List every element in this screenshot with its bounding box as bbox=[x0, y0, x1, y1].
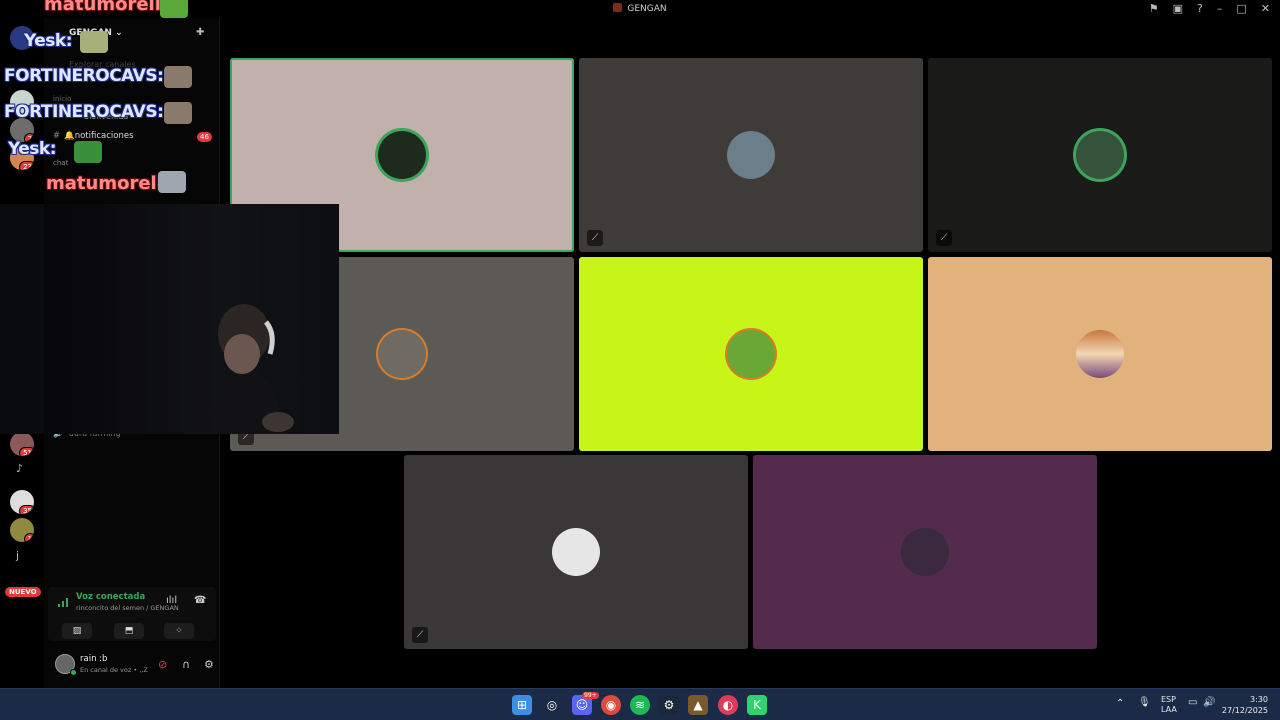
settings-gear-icon[interactable]: ⚙ bbox=[204, 658, 214, 671]
mic-muted-icon: ⟋ bbox=[936, 230, 952, 246]
chat-overlay-line: matumorell: bbox=[46, 173, 171, 194]
mic-muted-icon: ⟋ bbox=[412, 627, 428, 643]
emote-icon bbox=[164, 102, 192, 124]
kick-icon[interactable]: K bbox=[747, 695, 767, 715]
online-status-dot bbox=[70, 669, 77, 676]
server-letter-item[interactable]: j bbox=[16, 549, 19, 562]
server-item[interactable]: 35 bbox=[10, 490, 34, 514]
minimize-icon[interactable]: – bbox=[1217, 2, 1223, 16]
headphones-icon[interactable]: ∩ bbox=[182, 658, 190, 671]
discord-window: GENGAN ⚑ ▣ ? – □ ✕ 1 2 23 51 ♪ 35 1 j NU… bbox=[0, 0, 1280, 688]
close-icon[interactable]: ✕ bbox=[1261, 2, 1270, 16]
discord-badge: 99+ bbox=[582, 692, 599, 699]
chat-overlay-line: Yesk: bbox=[8, 139, 57, 159]
participant-tile[interactable] bbox=[753, 455, 1097, 649]
chat-overlay-line: FORTINEROCAVS: bbox=[4, 66, 164, 86]
channel-notificaciones[interactable]: # 🔔notificaciones bbox=[53, 131, 134, 141]
spotify-icon[interactable]: ≋ bbox=[630, 695, 650, 715]
camera-off-button[interactable]: ▨ bbox=[62, 623, 92, 639]
chat-overlay-line: Yesk: bbox=[24, 31, 73, 51]
maximize-icon[interactable]: □ bbox=[1236, 2, 1246, 16]
microphone-icon[interactable]: 🎙 bbox=[1138, 697, 1151, 708]
chat-overlay-line: matumorell: bbox=[44, 0, 169, 15]
signal-icon bbox=[58, 598, 68, 607]
user-status: En canal de voz • ,,Z bbox=[80, 666, 148, 674]
bell-icon: 🔔 bbox=[64, 131, 75, 141]
disconnect-icon[interactable]: ☎ bbox=[194, 595, 206, 606]
server-item[interactable]: 1 bbox=[10, 518, 34, 542]
unread-badge: 23 bbox=[19, 161, 34, 170]
channel-label: notificaciones bbox=[74, 131, 134, 141]
add-member-icon[interactable]: ✚ bbox=[196, 27, 204, 38]
screen-share-button[interactable]: ⬒ bbox=[114, 623, 144, 639]
avatar bbox=[901, 528, 949, 576]
language-code: ESP bbox=[1161, 695, 1176, 704]
streamer-silhouette bbox=[214, 304, 294, 434]
participant-tile[interactable] bbox=[928, 257, 1272, 451]
unread-badge: 1 bbox=[23, 533, 34, 542]
avatar bbox=[378, 131, 426, 179]
unread-badge: 35 bbox=[19, 505, 34, 514]
taskbar: ⊞ ◎ ☺ 99+ ◉ ≋ ⚙ ▲ ◐ K ⌃ 🎙 ESP LAA ▭ 🔊 3:3… bbox=[0, 688, 1280, 720]
avatar bbox=[1076, 330, 1124, 378]
steam-icon[interactable]: ⚙ bbox=[659, 695, 679, 715]
clock[interactable]: 3:30 27/12/2025 bbox=[1222, 694, 1268, 716]
volume-icon[interactable]: 🔊 bbox=[1203, 697, 1215, 708]
activities-button[interactable]: ⁘ bbox=[164, 623, 194, 639]
inbox-icon[interactable]: ▣ bbox=[1173, 2, 1183, 16]
emote-icon bbox=[158, 171, 186, 193]
avatar bbox=[727, 131, 775, 179]
mic-muted-icon: ⟋ bbox=[587, 230, 603, 246]
app-icon[interactable]: ◐ bbox=[718, 695, 738, 715]
app-icon[interactable]: ▲ bbox=[688, 695, 708, 715]
participant-tile[interactable]: ⟋ bbox=[579, 58, 923, 252]
avatar bbox=[727, 330, 775, 378]
keyboard-layout: LAA bbox=[1161, 705, 1177, 714]
help-icon[interactable]: ? bbox=[1197, 2, 1203, 16]
chat-overlay-line: FORTINEROCAVS: bbox=[4, 102, 164, 122]
windows-start-icon[interactable]: ⊞ bbox=[512, 695, 532, 715]
emote-icon bbox=[80, 31, 108, 53]
noise-suppression-icon[interactable]: ılıl bbox=[166, 595, 177, 606]
music-note-icon[interactable]: ♪ bbox=[16, 462, 23, 475]
clock-date: 27/12/2025 bbox=[1221, 706, 1268, 715]
webcam-overlay bbox=[0, 204, 339, 434]
network-icon[interactable]: ▭ bbox=[1188, 697, 1197, 708]
voice-connection-panel: Voz conectada rinconcito del semen / GEN… bbox=[48, 587, 216, 641]
avatar bbox=[378, 330, 426, 378]
username: rain :b bbox=[80, 654, 108, 664]
app-icon[interactable]: ◎ bbox=[542, 695, 562, 715]
voice-status: Voz conectada bbox=[76, 592, 146, 602]
server-item[interactable]: 51 bbox=[10, 432, 34, 456]
window-title-text: GENGAN bbox=[627, 4, 667, 14]
mention-badge: 46 bbox=[197, 132, 212, 142]
emote-icon bbox=[74, 141, 102, 163]
webcam-feed bbox=[44, 204, 339, 434]
unread-badge: 51 bbox=[19, 447, 34, 456]
new-badge: NUEVO bbox=[5, 587, 41, 597]
clock-time: 3:30 bbox=[1250, 695, 1268, 704]
avatar bbox=[552, 528, 600, 576]
voice-stage: ⟋ ⟋ ⟋ ⟋ bbox=[221, 18, 1280, 688]
emote-icon bbox=[160, 0, 188, 18]
title-bar: GENGAN ⚑ ▣ ? – □ ✕ bbox=[0, 0, 1280, 18]
server-icon bbox=[613, 3, 623, 12]
chrome-icon[interactable]: ◉ bbox=[601, 695, 621, 715]
voice-location[interactable]: rinconcito del semen / GENGAN bbox=[76, 604, 179, 612]
chevron-up-icon[interactable]: ⌃ bbox=[1116, 698, 1124, 709]
language-indicator[interactable]: ESP LAA bbox=[1161, 695, 1177, 715]
participant-tile[interactable]: ⟋ bbox=[404, 455, 748, 649]
flag-icon[interactable]: ⚑ bbox=[1149, 2, 1159, 16]
title-actions: ⚑ ▣ ? – □ ✕ bbox=[1149, 2, 1270, 16]
participant-tile[interactable] bbox=[579, 257, 923, 451]
participant-tile[interactable]: ⟋ bbox=[928, 58, 1272, 252]
mic-muted-icon[interactable]: ⊘ bbox=[158, 658, 167, 671]
window-title: GENGAN bbox=[0, 3, 1280, 14]
user-panel: rain :b En canal de voz • ,,Z ⊘ ∩ ⚙ bbox=[48, 649, 216, 679]
emote-icon bbox=[164, 66, 192, 88]
chevron-down-icon: ⌄ bbox=[115, 28, 123, 38]
avatar bbox=[1076, 131, 1124, 179]
category-chat[interactable]: chat bbox=[53, 159, 68, 167]
